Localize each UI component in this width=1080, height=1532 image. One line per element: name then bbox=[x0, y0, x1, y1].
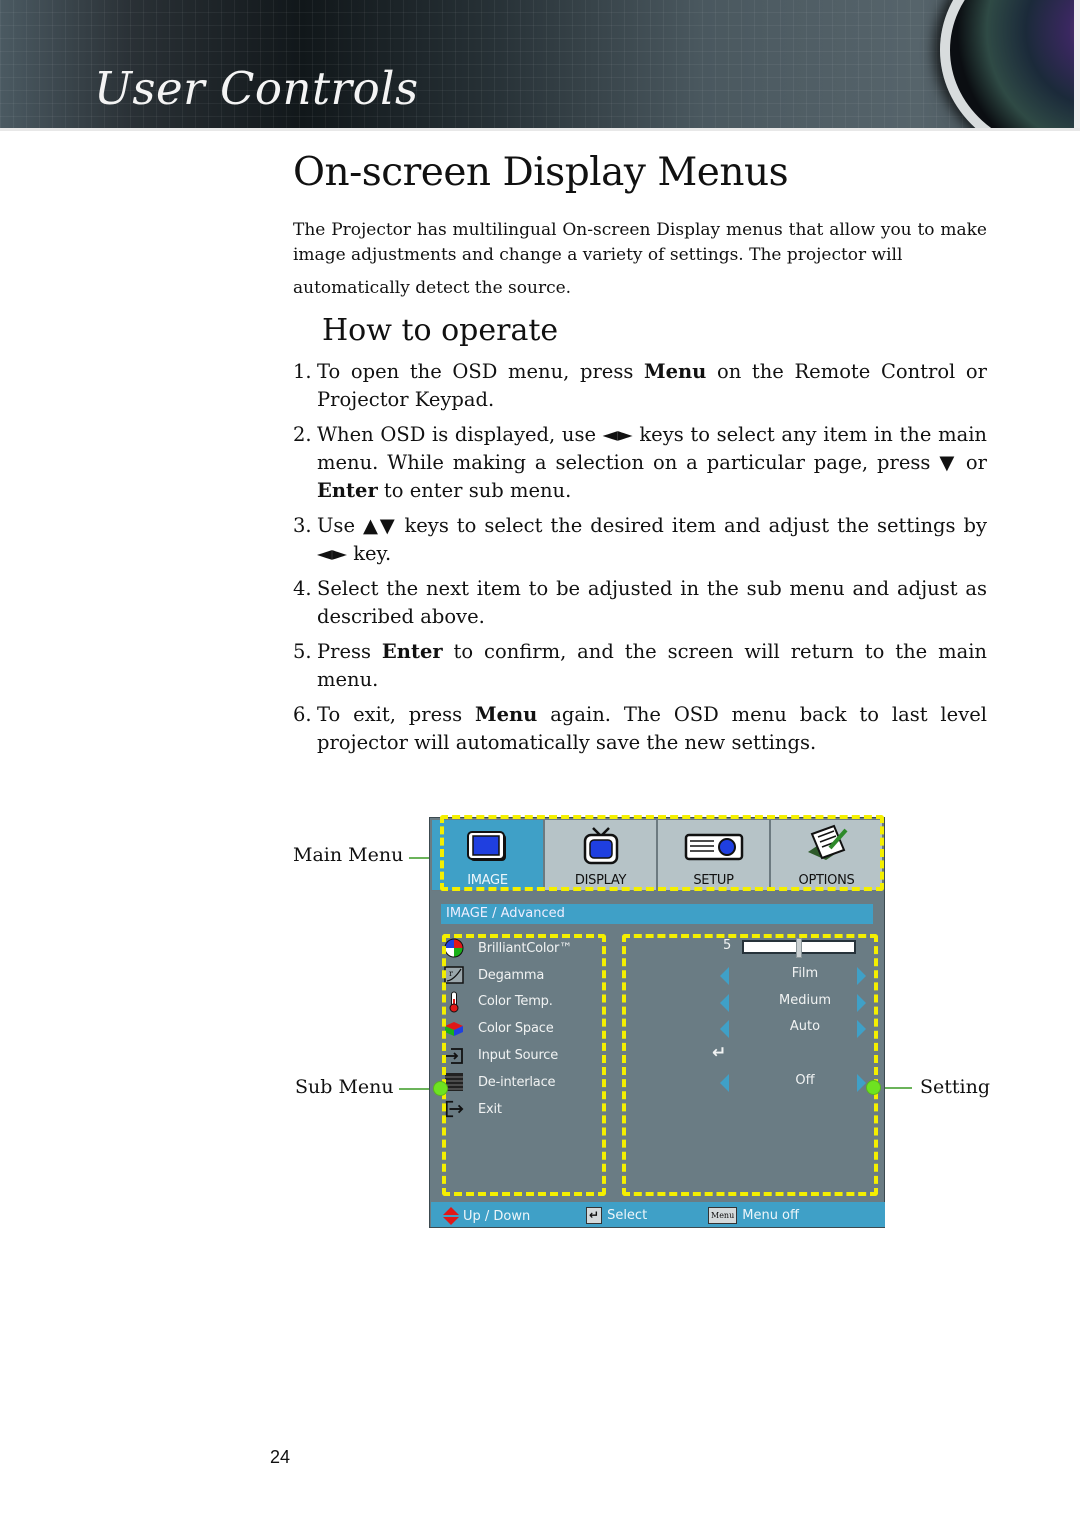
section-banner: User Controls bbox=[0, 0, 1080, 130]
step-text: to enter sub menu. bbox=[377, 479, 572, 502]
step-keyword: Menu bbox=[475, 703, 538, 726]
step-keyword: Menu bbox=[643, 360, 707, 383]
section-title: User Controls bbox=[94, 62, 419, 115]
intro-paragraph: The Projector has multilingual On-screen… bbox=[293, 218, 987, 301]
up-down-arrow-icon bbox=[443, 1207, 459, 1225]
footer-up-down-label: Up / Down bbox=[463, 1208, 531, 1224]
footer-menu-off-label: Menu off bbox=[742, 1208, 799, 1223]
footer-up-down: Up / Down bbox=[443, 1207, 530, 1225]
step-keyword: Enter bbox=[381, 640, 443, 663]
banner-edge bbox=[1074, 0, 1080, 130]
step-item: 4. Select the next item to be adjusted in… bbox=[293, 575, 987, 631]
sub-menu-dot bbox=[433, 1081, 448, 1096]
step-text: Use ▲▼ keys to select the desired item a… bbox=[317, 514, 987, 565]
section-subtitle: How to operate bbox=[322, 313, 559, 348]
step-text: To exit, press bbox=[317, 703, 476, 726]
osd-breadcrumb: IMAGE / Advanced bbox=[441, 904, 873, 924]
main-menu-highlight bbox=[440, 815, 884, 891]
step-number: 6. bbox=[293, 703, 312, 726]
step-item: 6. To exit, press Menu again. The OSD men… bbox=[293, 701, 987, 757]
step-text: Press bbox=[317, 640, 382, 663]
step-text: To open the OSD menu, press bbox=[317, 360, 644, 383]
main-menu-callout: Main Menu bbox=[293, 844, 404, 866]
step-number: 1. bbox=[293, 360, 312, 383]
sub-menu-highlight bbox=[442, 934, 606, 1196]
page-number: 24 bbox=[270, 1447, 291, 1467]
footer-select-label: Select bbox=[607, 1208, 648, 1223]
step-number: 2. bbox=[293, 423, 312, 446]
step-text: When OSD is displayed, use ◄► keys to se… bbox=[317, 423, 987, 474]
step-text: Select the next item to be adjusted in t… bbox=[317, 577, 987, 628]
setting-highlight bbox=[622, 934, 878, 1196]
sub-menu-callout: Sub Menu bbox=[295, 1076, 394, 1098]
menu-key-icon: Menu bbox=[708, 1207, 738, 1224]
step-item: 2. When OSD is displayed, use ◄► keys to … bbox=[293, 421, 987, 505]
enter-key-icon: ↵ bbox=[586, 1207, 603, 1224]
steps-list: 1. To open the OSD menu, press Menu on th… bbox=[293, 358, 987, 764]
page-title: On-screen Display Menus bbox=[293, 150, 789, 195]
setting-callout: Setting bbox=[920, 1076, 991, 1098]
step-item: 5. Press Enter to confirm, and the screen… bbox=[293, 638, 987, 694]
step-number: 5. bbox=[293, 640, 312, 663]
intro-text: The Projector has multilingual On-screen… bbox=[293, 220, 987, 265]
lens-graphic bbox=[940, 0, 1080, 130]
osd-menu: IMAGE DISPLAY SETUP OPTIONS IMAGE / Adva… bbox=[429, 815, 885, 1228]
step-number: 3. bbox=[293, 514, 312, 537]
step-number: 4. bbox=[293, 577, 312, 600]
footer-select: ↵ Select bbox=[586, 1207, 647, 1224]
step-keyword: Enter bbox=[317, 479, 378, 502]
step-item: 3. Use ▲▼ keys to select the desired item… bbox=[293, 512, 987, 568]
setting-dot bbox=[866, 1080, 881, 1095]
footer-menu-off: Menu Menu off bbox=[708, 1207, 799, 1224]
banner-divider bbox=[0, 128, 1080, 131]
osd-footer: Up / Down ↵ Select Menu Menu off bbox=[431, 1202, 885, 1227]
step-item: 1. To open the OSD menu, press Menu on th… bbox=[293, 358, 987, 414]
intro-text-2: automatically detect the source. bbox=[293, 278, 572, 298]
